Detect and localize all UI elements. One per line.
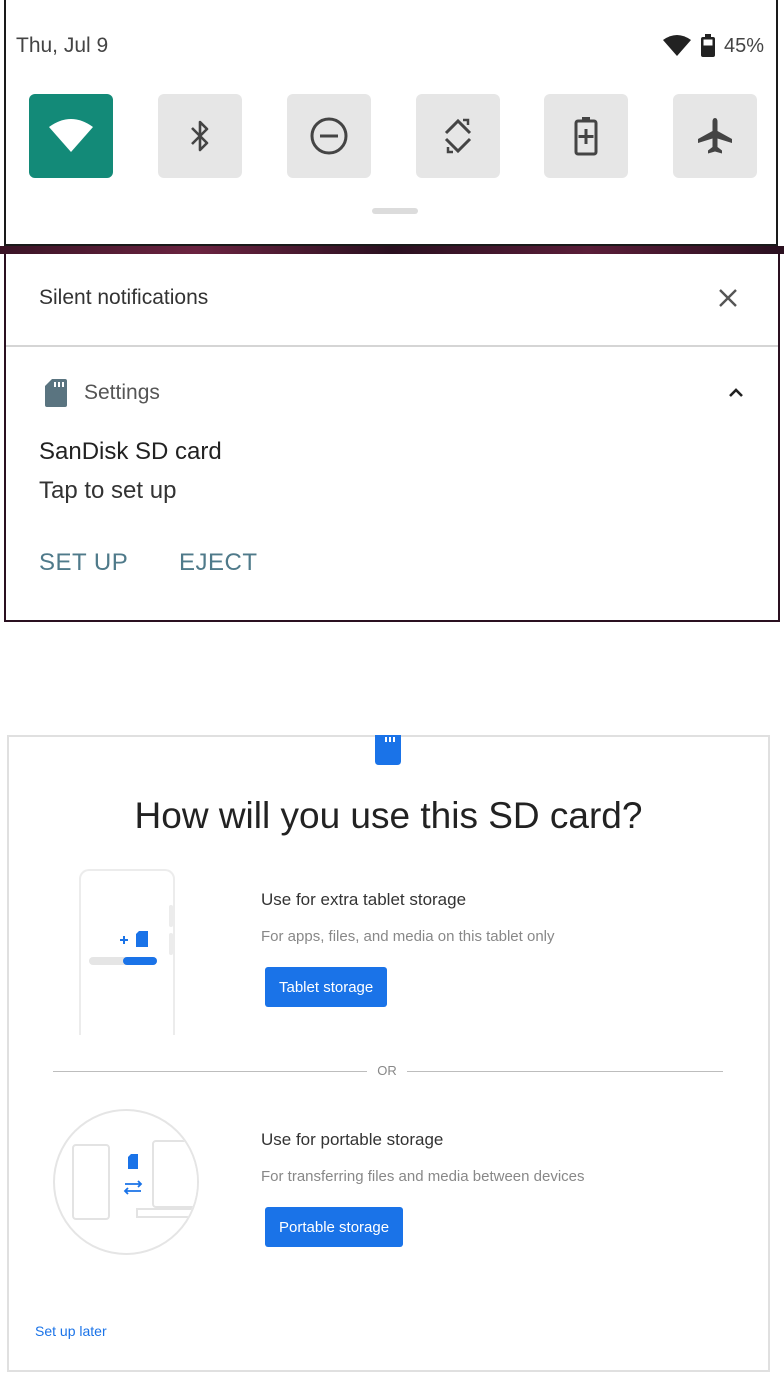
do-not-disturb-tile[interactable] [287, 94, 371, 178]
do-not-disturb-icon [310, 117, 348, 155]
divider [6, 345, 778, 347]
wifi-signal-icon [662, 35, 691, 56]
wifi-tile[interactable] [29, 94, 113, 178]
eject-button[interactable]: EJECT [179, 549, 258, 577]
set-up-button[interactable]: SET UP [39, 549, 128, 577]
auto-rotate-icon [444, 118, 472, 154]
battery-saver-icon [574, 117, 598, 156]
set-up-later-link[interactable]: Set up later [35, 1323, 107, 1339]
status-date: Thu, Jul 9 [16, 34, 109, 57]
silent-notifications-header: Silent notifications [39, 286, 209, 309]
notification-app-name: Settings [84, 381, 160, 404]
tablet-side-button [169, 905, 173, 927]
quick-settings-panel: Thu, Jul 9 45% [4, 0, 778, 246]
airplane-mode-tile[interactable] [673, 94, 757, 178]
chevron-up-icon[interactable] [728, 388, 744, 398]
battery-percent: 45% [723, 34, 764, 57]
separator-line [407, 1071, 723, 1072]
tablet-storage-title: Use for extra tablet storage [261, 890, 467, 909]
airplane-mode-icon [698, 118, 732, 154]
battery-saver-tile[interactable] [544, 94, 628, 178]
notification-panel: Silent notifications Settings SanDisk SD… [4, 254, 780, 622]
portable-storage-button[interactable]: Portable storage [265, 1207, 404, 1247]
portable-storage-description: For transferring files and media between… [261, 1168, 585, 1185]
portable-storage-title: Use for portable storage [261, 1130, 444, 1149]
tablet-side-button [169, 933, 173, 955]
panel-drag-handle[interactable] [372, 208, 418, 214]
separator-line [53, 1071, 367, 1072]
add-sd-card-icon [120, 931, 148, 947]
sd-card-icon [375, 735, 401, 765]
tablet-storage-button[interactable]: Tablet storage [265, 967, 388, 1007]
storage-bar-fill [123, 957, 157, 965]
close-icon[interactable] [714, 284, 742, 312]
status-bar-icons: 45% [662, 34, 764, 58]
tablet-storage-description: For apps, files, and media on this table… [261, 928, 555, 945]
wifi-icon [49, 119, 93, 152]
auto-rotate-tile[interactable] [416, 94, 500, 178]
devices-illustration [72, 1140, 197, 1220]
wallpaper-edge [0, 246, 784, 254]
sd-card-icon [45, 379, 67, 407]
notification-title: SanDisk SD card [39, 438, 222, 465]
sd-card-setup-dialog: How will you use this SD card? Use for e… [7, 735, 770, 1372]
battery-icon [700, 34, 715, 57]
bluetooth-icon [191, 120, 209, 152]
portable-storage-illustration [53, 1109, 199, 1255]
tablet-illustration [79, 869, 175, 1035]
dialog-title: How will you use this SD card? [134, 795, 643, 836]
or-separator: OR [377, 1063, 397, 1078]
notification-text: Tap to set up [39, 477, 177, 504]
bluetooth-tile[interactable] [158, 94, 242, 178]
